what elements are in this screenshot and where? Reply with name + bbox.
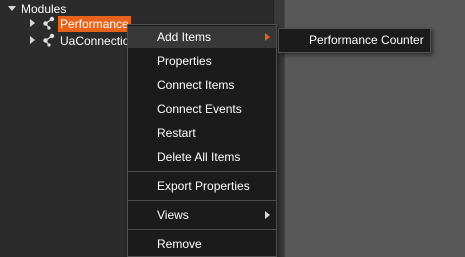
submenu-arrow-icon bbox=[265, 211, 270, 219]
add-items-submenu: Performance Counter bbox=[278, 28, 431, 53]
menu-item-label: Remove bbox=[157, 237, 202, 251]
menu-item-label: Add Items bbox=[157, 30, 212, 44]
module-node-icon bbox=[43, 33, 55, 47]
submenu-item-performance-counter[interactable]: Performance Counter bbox=[279, 29, 430, 52]
menu-item-label: Views bbox=[157, 208, 189, 222]
menu-item-label: Restart bbox=[157, 126, 196, 140]
module-node-icon bbox=[43, 16, 55, 30]
chevron-right-icon[interactable] bbox=[30, 19, 35, 27]
chevron-down-icon[interactable] bbox=[8, 6, 16, 11]
menu-separator bbox=[128, 171, 276, 172]
menu-item-views[interactable]: Views bbox=[128, 204, 276, 226]
menu-item-label: Export Properties bbox=[157, 179, 250, 193]
menu-item-label: Delete All Items bbox=[157, 150, 241, 164]
menu-item-remove[interactable]: Remove bbox=[128, 233, 276, 255]
menu-item-properties[interactable]: Properties bbox=[128, 50, 276, 72]
chevron-right-icon[interactable] bbox=[30, 36, 35, 44]
menu-separator bbox=[128, 200, 276, 201]
menu-item-label: Properties bbox=[157, 54, 212, 68]
menu-separator bbox=[128, 229, 276, 230]
tree-root-label[interactable]: Modules bbox=[21, 1, 66, 17]
menu-item-connect-items[interactable]: Connect Items bbox=[128, 74, 276, 96]
menu-item-label: Connect Items bbox=[157, 78, 235, 92]
menu-item-connect-events[interactable]: Connect Events bbox=[128, 98, 276, 120]
tree-item-performance[interactable]: Performance bbox=[58, 16, 131, 32]
menu-item-delete-all-items[interactable]: Delete All Items bbox=[128, 146, 276, 168]
tree-item-uaconnection[interactable]: UaConnectio bbox=[60, 33, 129, 49]
menu-item-export-properties[interactable]: Export Properties bbox=[128, 175, 276, 197]
submenu-arrow-icon bbox=[265, 33, 270, 41]
menu-item-add-items[interactable]: Add Items bbox=[128, 26, 276, 48]
context-menu: Add Items Properties Connect Items Conne… bbox=[127, 24, 277, 257]
menu-item-restart[interactable]: Restart bbox=[128, 122, 276, 144]
submenu-item-label: Performance Counter bbox=[309, 33, 424, 47]
menu-item-label: Connect Events bbox=[157, 102, 242, 116]
